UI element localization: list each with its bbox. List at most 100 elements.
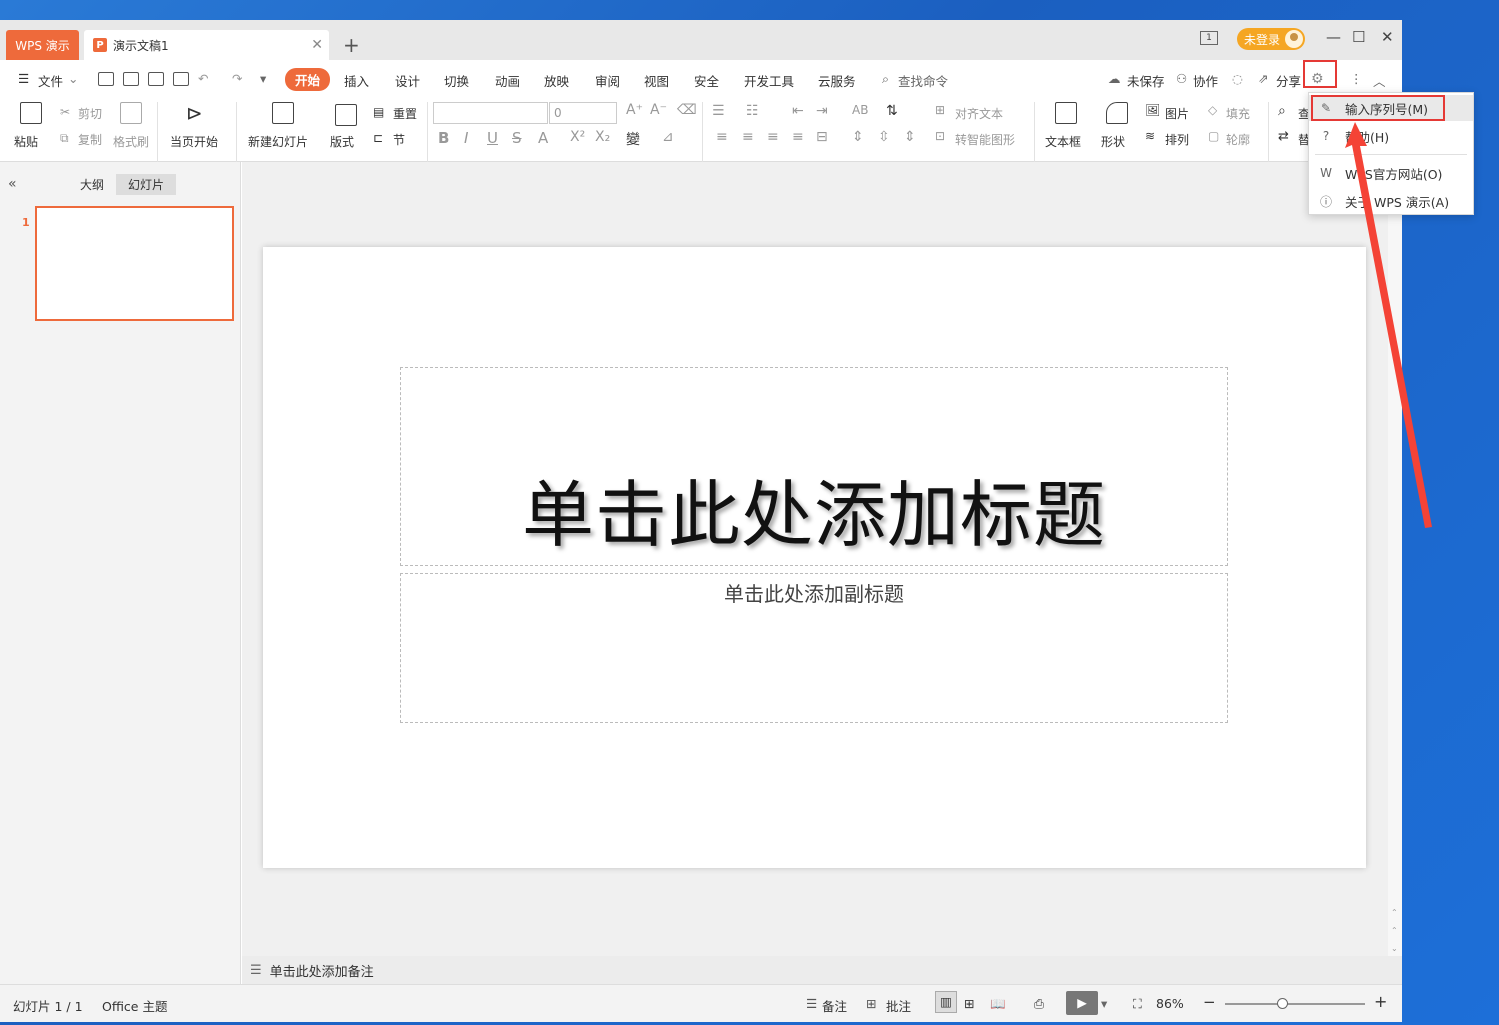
font-size-select[interactable]: 0 <box>549 102 617 124</box>
font-shrink-icon[interactable]: A⁻ <box>650 102 667 118</box>
chevron-down-icon[interactable]: ⌄ <box>68 71 78 86</box>
vertical-scrollbar[interactable]: ⌃ ⌃ ⌄ <box>1388 162 1402 956</box>
screen-record-icon[interactable]: ⎙ <box>1034 996 1044 1012</box>
cut-icon[interactable]: ✂ <box>60 105 70 119</box>
copy-button[interactable]: 复制 <box>78 131 102 148</box>
format-painter-icon[interactable] <box>120 102 142 124</box>
section-button[interactable]: 节 <box>393 131 405 148</box>
document-tab[interactable]: P 演示文稿1 ✕ <box>84 30 329 60</box>
search-icon[interactable]: ⌕ <box>882 71 889 87</box>
align-text-button[interactable]: 对齐文本 <box>955 105 1003 122</box>
textbox-button[interactable]: 文本框 <box>1045 133 1081 150</box>
subscript-icon[interactable]: X₂ <box>595 129 610 145</box>
numbering-icon[interactable]: ☷ <box>746 103 759 119</box>
font-grow-icon[interactable]: A⁺ <box>626 102 643 118</box>
tab-design[interactable]: 设计 <box>395 71 420 90</box>
close-window-button[interactable]: ✕ <box>1381 28 1394 46</box>
login-button[interactable]: 未登录 <box>1237 28 1305 50</box>
help-item[interactable]: ? 帮助(H) <box>1309 123 1473 149</box>
play-icon[interactable]: ⊳ <box>186 101 203 125</box>
replace-icon[interactable]: ⇄ <box>1278 129 1289 144</box>
tab-transition[interactable]: 切换 <box>444 71 469 90</box>
scroll-down-icon[interactable]: ⌄ <box>1391 944 1398 953</box>
para-spacing-icon[interactable]: ⇳ <box>878 129 890 145</box>
format-painter-button[interactable]: 格式刷 <box>113 133 149 150</box>
tab-slideshow[interactable]: 放映 <box>544 71 569 90</box>
justify-icon[interactable]: ≡ <box>792 129 804 145</box>
paste-button[interactable]: 粘贴 <box>14 133 38 150</box>
reading-view-icon[interactable]: 📖 <box>990 996 1006 1012</box>
tab-cloud[interactable]: 云服务 <box>818 71 856 90</box>
cut-button[interactable]: 剪切 <box>78 105 102 122</box>
slide-thumbnail[interactable] <box>35 206 234 321</box>
unsaved-status[interactable]: 未保存 <box>1127 71 1165 90</box>
official-site-item[interactable]: W WPS官方网站(O) <box>1309 160 1473 186</box>
more-icon[interactable]: ⋮ <box>1350 71 1363 86</box>
tab-home[interactable]: 开始 <box>285 68 331 91</box>
layout-button[interactable]: 版式 <box>330 133 354 150</box>
shapes-button[interactable]: 形状 <box>1101 133 1125 150</box>
reset-button[interactable]: 重置 <box>393 105 417 122</box>
quick-access-dropdown-icon[interactable]: ▾ <box>260 71 266 86</box>
outline-button[interactable]: 轮廓 <box>1226 131 1250 148</box>
zoom-level[interactable]: 86% <box>1156 996 1184 1011</box>
align-left-icon[interactable]: ≡ <box>716 129 728 145</box>
save-icon[interactable] <box>98 72 114 86</box>
textbox-icon[interactable] <box>1055 102 1077 124</box>
tab-review[interactable]: 审阅 <box>595 71 620 90</box>
copy-icon[interactable]: ⧉ <box>60 131 69 146</box>
collab-button[interactable]: 协作 <box>1193 71 1218 90</box>
preview-icon[interactable] <box>173 72 189 86</box>
tab-animation[interactable]: 动画 <box>495 71 520 90</box>
zoom-in-icon[interactable]: + <box>1374 992 1387 1011</box>
text-box-icon[interactable]: AB <box>852 103 868 117</box>
comment-icon[interactable]: ◌ <box>1232 71 1243 86</box>
minimize-button[interactable]: — <box>1326 28 1341 46</box>
slide[interactable]: 单击此处添加标题 单击此处添加副标题 <box>263 247 1366 868</box>
picture-button[interactable]: 图片 <box>1165 105 1189 122</box>
strikethrough-icon[interactable]: S <box>512 129 522 147</box>
shapes-icon[interactable] <box>1106 102 1128 124</box>
theme-name[interactable]: Office 主题 <box>102 996 167 1015</box>
app-tab[interactable]: WPS 演示 <box>6 30 79 60</box>
new-slide-icon[interactable] <box>272 102 294 124</box>
notes-bar[interactable]: ☰ 单击此处添加备注 <box>242 956 1402 984</box>
file-menu[interactable]: 文件 <box>38 71 63 90</box>
new-tab-button[interactable]: + <box>343 33 360 57</box>
notes-placeholder[interactable]: 单击此处添加备注 <box>270 961 374 980</box>
subtitle-placeholder[interactable]: 单击此处添加副标题 <box>400 573 1228 723</box>
title-placeholder[interactable]: 单击此处添加标题 <box>400 367 1228 566</box>
highlight-icon[interactable]: ⊿ <box>662 129 674 145</box>
slideshow-dropdown-icon[interactable]: ▾ <box>1101 996 1107 1011</box>
font-name-select[interactable] <box>433 102 548 124</box>
layout-icon[interactable] <box>335 104 357 126</box>
eraser-icon[interactable]: ⌫ <box>677 102 697 118</box>
command-search[interactable]: 查找命令 <box>898 71 948 90</box>
maximize-button[interactable]: ☐ <box>1352 28 1365 46</box>
tab-security[interactable]: 安全 <box>694 71 719 90</box>
bullets-icon[interactable]: ☰ <box>712 103 725 119</box>
scroll-up-icon[interactable]: ⌃ <box>1391 926 1398 935</box>
bold-icon[interactable]: B <box>438 129 449 147</box>
increase-indent-icon[interactable]: ⇥ <box>816 103 828 119</box>
notes-toggle-button[interactable]: 备注 <box>822 996 847 1015</box>
fit-window-icon[interactable]: ⛶ <box>1133 996 1142 1012</box>
line-spacing2-icon[interactable]: ⇕ <box>904 129 916 145</box>
tab-outline[interactable]: 大纲 <box>80 176 104 193</box>
export-icon[interactable] <box>123 72 139 86</box>
align-center-icon[interactable]: ≡ <box>742 129 754 145</box>
superscript-icon[interactable]: X² <box>570 129 585 145</box>
print-icon[interactable] <box>148 72 164 86</box>
underline-icon[interactable]: U <box>487 129 498 147</box>
font-color-icon[interactable]: A <box>538 129 548 147</box>
collapse-ribbon-icon[interactable]: ︿ <box>1373 71 1386 90</box>
hamburger-icon[interactable]: ☰ <box>18 71 29 86</box>
arrange-button[interactable]: 排列 <box>1165 131 1189 148</box>
undo-icon[interactable]: ↶ <box>198 71 208 86</box>
close-tab-icon[interactable]: ✕ <box>311 37 323 53</box>
italic-icon[interactable]: I <box>464 129 468 147</box>
workspace-icon[interactable]: 1 <box>1200 31 1218 45</box>
sort-icon[interactable]: ⇅ <box>886 103 898 119</box>
redo-icon[interactable]: ↷ <box>232 71 242 86</box>
tab-developer[interactable]: 开发工具 <box>744 71 794 90</box>
